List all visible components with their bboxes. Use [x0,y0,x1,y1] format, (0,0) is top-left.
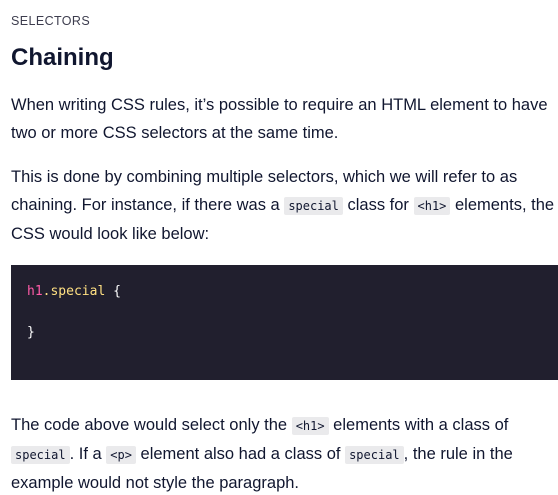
code-block: h1.special { } [11,265,558,380]
code-token-brace-open: { [105,284,121,299]
inline-code-p: <p> [106,446,136,464]
inline-code-special: special [11,446,70,464]
inline-code-h1: <h1> [413,197,451,215]
code-line-2: } [27,325,35,340]
paragraph-intro: When writing CSS rules, it’s possible to… [11,96,548,142]
code-token-selector: h1 [27,284,43,299]
paragraph-explanation: The code above would select only the <h1… [11,411,556,495]
page-title: Chaining [11,44,114,71]
paragraph-text: class for [342,196,414,214]
inline-code-special: special [345,446,404,464]
lesson-content: SELECTORS Chaining When writing CSS rule… [11,0,558,495]
paragraph-text: The code above would select only the [11,416,292,434]
inline-code-special: special [284,197,343,215]
section-label: SELECTORS [11,14,91,28]
paragraph-text: element also had a class of [135,445,346,463]
code-line-1: h1.special { [27,284,121,299]
paragraph-chaining: This is done by combining multiple selec… [11,163,556,248]
paragraph-text: . If a [69,445,107,463]
paragraph-text: elements with a class of [328,416,509,434]
code-token-brace-close: } [27,325,35,340]
inline-code-h1: <h1> [291,417,329,435]
code-token-class: .special [42,284,106,299]
